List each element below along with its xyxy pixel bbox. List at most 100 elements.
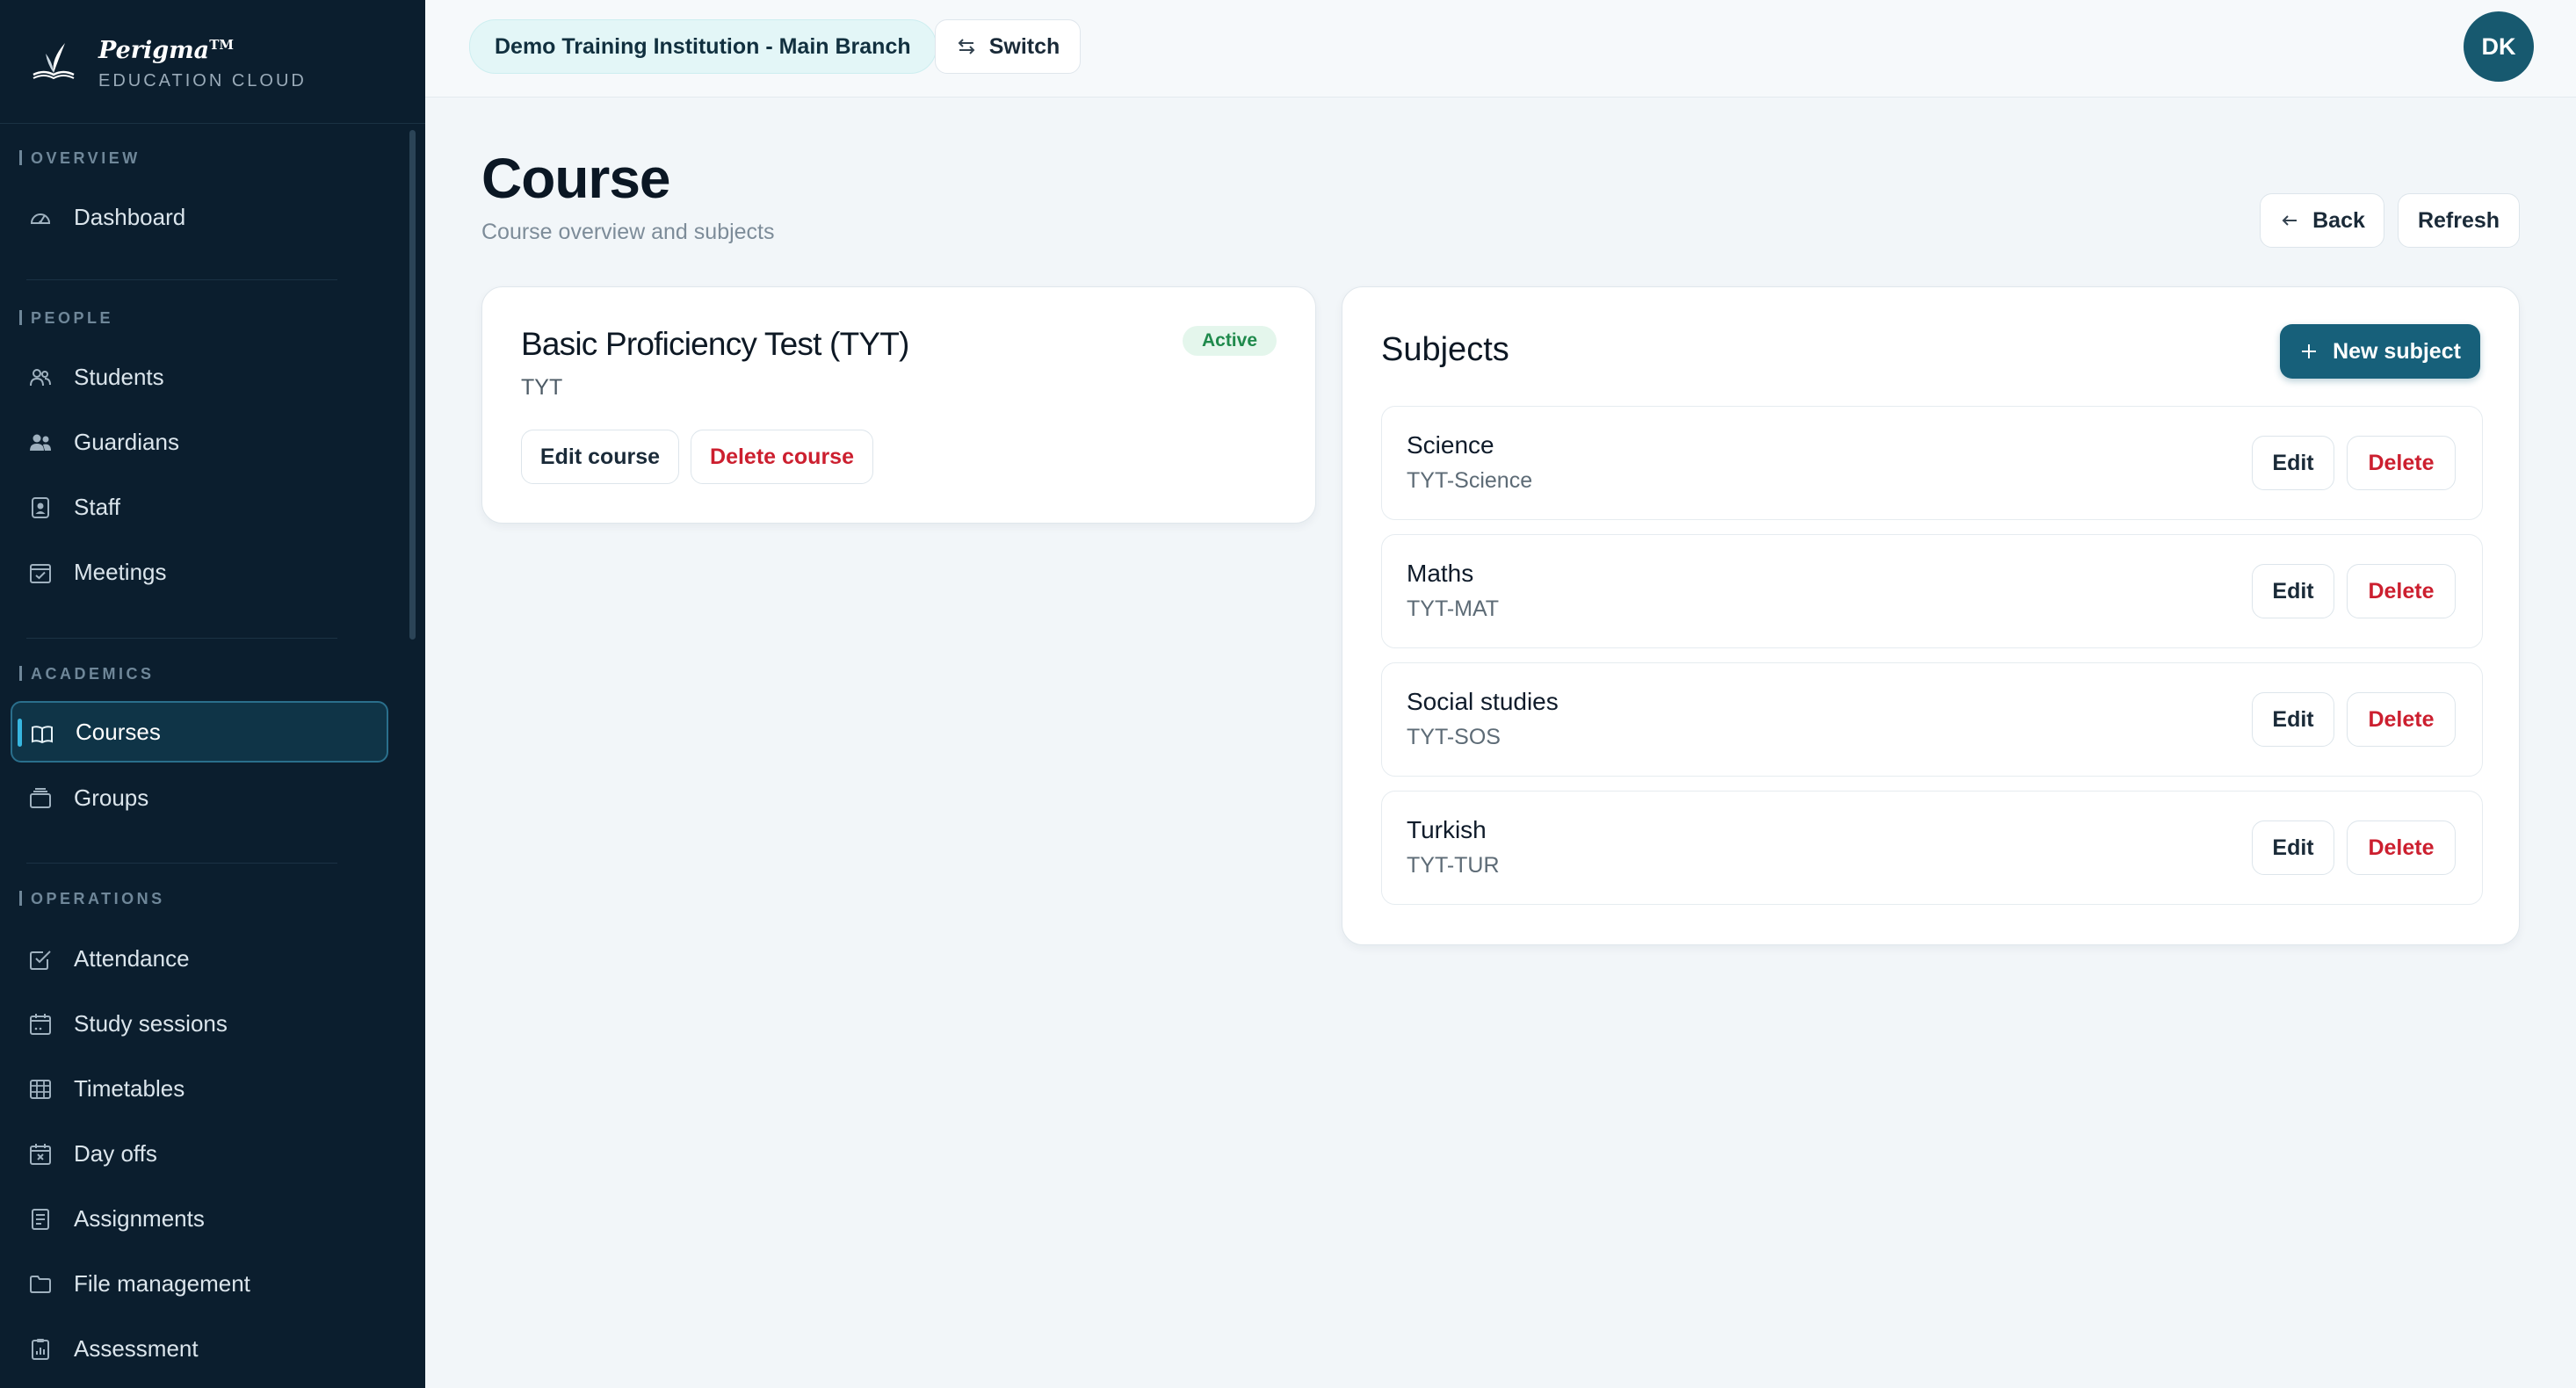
course-code: TYT	[521, 375, 563, 400]
sidebar-item-groups[interactable]: Groups	[11, 767, 388, 828]
sidebar: PerigmaTM EDUCATION CLOUD OVERVIEW Dashb…	[0, 0, 425, 1388]
sidebar-item-label: Assignments	[74, 1204, 205, 1232]
sidebar-item-label: Staff	[74, 493, 121, 520]
logo-book-icon	[26, 34, 81, 89]
calendar-icon	[28, 1012, 53, 1037]
folder-icon	[28, 1272, 53, 1297]
guardians-icon	[28, 430, 53, 455]
list-doc-icon	[28, 1207, 53, 1232]
section-operations: OPERATIONS	[19, 890, 165, 908]
new-subject-button[interactable]: New subject	[2280, 324, 2480, 379]
subject-code: TYT-SOS	[1407, 725, 1501, 749]
section-overview: OVERVIEW	[19, 149, 141, 168]
sidebar-item-label: Study sessions	[74, 1009, 228, 1037]
delete-subject-button[interactable]: Delete	[2347, 821, 2456, 875]
subjects-title: Subjects	[1381, 331, 1509, 368]
sidebar-item-label: Groups	[74, 784, 149, 811]
sidebar-item-assessment[interactable]: Assessment	[11, 1318, 388, 1379]
sidebar-item-label: Day offs	[74, 1139, 157, 1167]
sidebar-item-label: File management	[74, 1269, 250, 1297]
sidebar-item-label: Meetings	[74, 558, 167, 585]
subject-code: TYT-Science	[1407, 468, 1533, 493]
gauge-icon	[28, 206, 53, 230]
delete-subject-button[interactable]: Delete	[2347, 564, 2456, 618]
edit-subject-button[interactable]: Edit	[2252, 564, 2334, 618]
page-title: Course	[481, 147, 670, 210]
avatar[interactable]: DK	[2464, 11, 2534, 82]
calendar-check-icon	[28, 560, 53, 585]
edit-subject-button[interactable]: Edit	[2252, 436, 2334, 490]
subject-name: Turkish	[1407, 816, 1487, 843]
clipboard-chart-icon	[28, 1337, 53, 1362]
plus-icon	[2299, 342, 2319, 361]
sidebar-item-label: Students	[74, 363, 164, 390]
switch-label: Switch	[988, 33, 1060, 59]
subject-name: Social studies	[1407, 688, 1559, 715]
sidebar-scrollbar[interactable]	[409, 130, 416, 640]
sidebar-item-students[interactable]: Students	[11, 346, 388, 408]
subject-code: TYT-MAT	[1407, 596, 1500, 621]
section-people: PEOPLE	[19, 309, 113, 328]
list-item: Science TYT-Science Edit Delete	[1381, 406, 2483, 520]
edit-subject-button[interactable]: Edit	[2252, 821, 2334, 875]
list-item: Turkish TYT-TUR Edit Delete	[1381, 791, 2483, 905]
sidebar-item-staff[interactable]: Staff	[11, 476, 388, 538]
brand[interactable]: PerigmaTM EDUCATION CLOUD	[26, 26, 307, 97]
users-icon	[28, 365, 53, 390]
new-subject-label: New subject	[2333, 338, 2461, 364]
sidebar-item-label: Attendance	[74, 944, 190, 972]
refresh-button[interactable]: Refresh	[2398, 193, 2520, 248]
sidebar-item-courses[interactable]: Courses	[11, 701, 388, 763]
brand-subtitle: EDUCATION CLOUD	[98, 71, 307, 90]
delete-course-button[interactable]: Delete course	[691, 430, 873, 484]
brand-name: PerigmaTM	[98, 37, 234, 64]
list-item: Social studies TYT-SOS Edit Delete	[1381, 662, 2483, 777]
divider	[26, 279, 337, 280]
sidebar-item-timetables[interactable]: Timetables	[11, 1058, 388, 1119]
course-title: Basic Proficiency Test (TYT)	[521, 326, 909, 362]
refresh-label: Refresh	[2417, 207, 2500, 233]
section-academics: ACADEMICS	[19, 665, 155, 683]
subject-name: Maths	[1407, 560, 1474, 587]
back-button[interactable]: Back	[2260, 193, 2384, 248]
subjects-card: Subjects New subject Science TYT-Science…	[1342, 286, 2520, 945]
page-subtitle: Course overview and subjects	[481, 220, 775, 244]
badge-icon	[28, 495, 53, 520]
edit-course-button[interactable]: Edit course	[521, 430, 679, 484]
list-item: Maths TYT-MAT Edit Delete	[1381, 534, 2483, 648]
sidebar-item-label: Courses	[76, 718, 161, 745]
top-bar: Demo Training Institution - Main Branch …	[425, 0, 2576, 98]
calendar-x-icon	[28, 1142, 53, 1167]
delete-subject-button[interactable]: Delete	[2347, 692, 2456, 747]
book-open-icon	[30, 722, 54, 747]
subject-code: TYT-TUR	[1407, 853, 1500, 878]
divider	[26, 638, 337, 639]
sidebar-item-study-sessions[interactable]: Study sessions	[11, 993, 388, 1054]
divider	[26, 863, 337, 864]
sidebar-item-meetings[interactable]: Meetings	[11, 541, 388, 603]
course-card: Basic Proficiency Test (TYT) TYT Active …	[481, 286, 1316, 524]
back-label: Back	[2312, 207, 2365, 233]
institution-pill[interactable]: Demo Training Institution - Main Branch	[469, 19, 937, 74]
sidebar-item-label: Assessment	[74, 1334, 199, 1362]
sidebar-item-dashboard[interactable]: Dashboard	[11, 186, 388, 248]
divider	[0, 123, 425, 124]
check-square-icon	[28, 947, 53, 972]
sidebar-item-guardians[interactable]: Guardians	[11, 411, 388, 473]
folder-stack-icon	[28, 786, 53, 811]
switch-button[interactable]: Switch	[935, 19, 1081, 74]
sidebar-item-file-management[interactable]: File management	[11, 1253, 388, 1314]
grid-icon	[28, 1077, 53, 1102]
sidebar-item-label: Timetables	[74, 1074, 185, 1102]
subject-name: Science	[1407, 431, 1494, 459]
sidebar-item-assignments[interactable]: Assignments	[11, 1188, 388, 1249]
switch-arrows-icon	[956, 36, 977, 57]
sidebar-item-label: Guardians	[74, 428, 179, 455]
sidebar-item-attendance[interactable]: Attendance	[11, 928, 388, 989]
edit-subject-button[interactable]: Edit	[2252, 692, 2334, 747]
delete-subject-button[interactable]: Delete	[2347, 436, 2456, 490]
sidebar-item-label: Dashboard	[74, 203, 186, 230]
arrow-left-icon	[2279, 210, 2300, 231]
sidebar-item-day-offs[interactable]: Day offs	[11, 1123, 388, 1184]
status-badge: Active	[1182, 326, 1277, 356]
